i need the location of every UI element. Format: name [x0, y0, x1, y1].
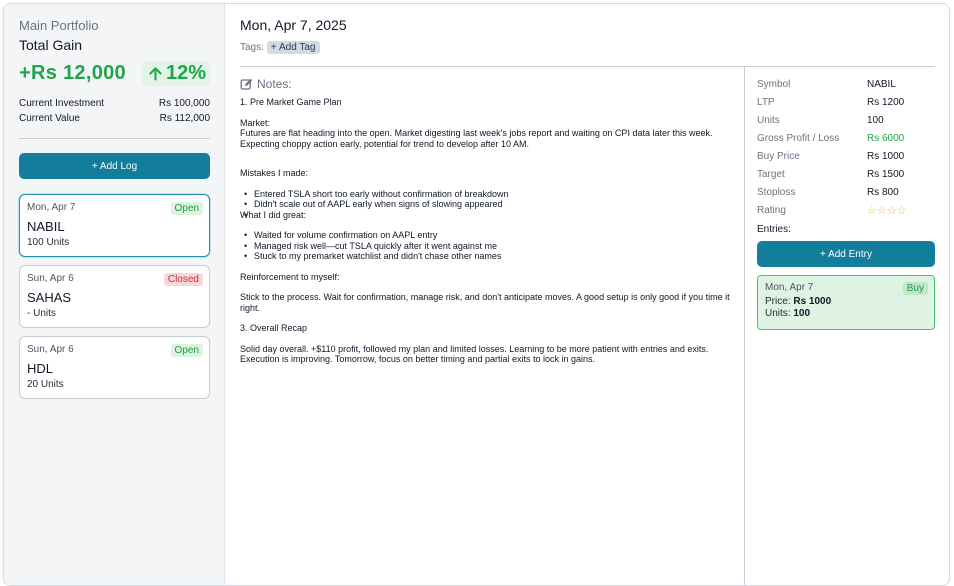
log-card[interactable]: Sun, Apr 6 Open HDL 20 Units [19, 336, 210, 399]
detail-row-ltp: LTP Rs 1200 [757, 93, 935, 111]
great-label: What I did great: [240, 209, 307, 220]
detail-row-gross-pl: Gross Profit / Loss Rs 6000 [757, 129, 935, 147]
trade-details: Symbol NABIL LTP Rs 1200 Units 100 Gross… [745, 67, 935, 585]
detail-value: 100 [867, 114, 884, 126]
rating-stars[interactable]: ☆☆☆☆ [867, 204, 906, 217]
current-investment-value: Rs 100,000 [158, 98, 210, 109]
current-value-value: Rs 112,000 [159, 113, 210, 124]
entries-label: Entries: [757, 224, 791, 235]
entry-price-value: Rs 1000 [793, 296, 832, 307]
detail-label: Units [757, 114, 780, 126]
detail-row-buy-price: Buy Price Rs 1000 [757, 147, 935, 165]
entry-price: Price: Rs 1000 [765, 296, 928, 307]
content-area: Notes: 1. Pre Market Game Plan Market: F… [240, 67, 935, 585]
log-symbol: SAHAS [27, 290, 72, 305]
add-tag-button[interactable]: + Add Tag [266, 41, 320, 54]
log-units: - Units [27, 308, 56, 319]
log-units: 100 Units [27, 237, 70, 248]
status-badge: Closed [163, 273, 203, 286]
log-symbol: NABIL [27, 219, 65, 234]
detail-value: Rs 1500 [867, 168, 905, 180]
log-card[interactable]: Sun, Apr 6 Closed SAHAS - Units [19, 265, 210, 328]
entry-card[interactable]: Mon, Apr 7 Buy Price: Rs 1000 Units: 100 [757, 275, 935, 330]
notes-body[interactable]: 1. Pre Market Game Plan Market: Futures … [240, 97, 744, 365]
list-item: Didn't scale out of AAPL early when sign… [244, 199, 744, 210]
entry-units-label: Units: [765, 308, 791, 319]
detail-row-stoploss: Stoploss Rs 800 [757, 183, 935, 201]
arrow-up-icon [149, 67, 162, 81]
gain-row: +Rs 12,000 12% [19, 61, 210, 86]
log-units: 20 Units [27, 379, 64, 390]
entry-price-label: Price: [765, 296, 791, 307]
detail-label: LTP [757, 96, 775, 108]
detail-value: Rs 800 [867, 186, 899, 198]
current-value-row: Current Value Rs 112,000 [19, 113, 210, 124]
notes-label: Notes: [257, 77, 292, 91]
current-investment-row: Current Investment Rs 100,000 [19, 98, 210, 109]
tags-label: Tags: [240, 42, 264, 53]
reinforcement-label: Reinforcement to myself: [240, 271, 340, 282]
gain-percent: 12% [165, 62, 206, 84]
status-badge: Open [170, 202, 203, 215]
gain-amount: +Rs 12,000 [19, 62, 126, 84]
total-gain-label: Total Gain [19, 37, 83, 53]
detail-label: Gross Profit / Loss [757, 132, 840, 144]
detail-label: Target [757, 168, 785, 180]
gain-percent-badge: 12% [141, 61, 210, 86]
detail-value: NABIL [867, 78, 896, 90]
notes-heading: 1. Pre Market Game Plan [240, 97, 342, 107]
page-title: Mon, Apr 7, 2025 [240, 17, 347, 33]
log-symbol: HDL [27, 361, 54, 376]
edit-note-icon [240, 78, 253, 90]
detail-row-units: Units 100 [757, 111, 935, 129]
status-badge: Open [170, 344, 203, 357]
entry-units: Units: 100 [765, 308, 928, 319]
entry-units-value: 100 [793, 308, 811, 319]
tags-row: Tags: + Add Tag [240, 41, 935, 54]
app-window: Main Portfolio Total Gain +Rs 12,000 12%… [3, 3, 950, 586]
current-investment-label: Current Investment [19, 98, 105, 109]
sidebar-divider [19, 138, 210, 139]
main-panel: Mon, Apr 7, 2025 Tags: + Add Tag Notes: … [225, 4, 949, 585]
detail-label: Stoploss [757, 186, 796, 198]
list-item: Entered TSLA short too early without con… [244, 189, 744, 200]
current-value-label: Current Value [19, 113, 80, 124]
portfolio-name[interactable]: Main Portfolio [19, 18, 210, 33]
notes-header: Notes: [240, 77, 744, 91]
list-item: Stuck to my premarket watchlist and didn… [244, 251, 744, 262]
sidebar: Main Portfolio Total Gain +Rs 12,000 12%… [4, 4, 225, 585]
detail-value: Rs 1200 [867, 96, 905, 108]
detail-row-target: Target Rs 1500 [757, 165, 935, 183]
detail-row-symbol: Symbol NABIL [757, 75, 935, 93]
detail-label: Buy Price [757, 150, 800, 162]
recap-text: Solid day overall. +$110 profit, followe… [240, 343, 709, 365]
detail-label: Rating [757, 204, 786, 216]
entry-type-badge: Buy [902, 282, 928, 295]
detail-label: Symbol [757, 78, 791, 90]
recap-heading: 3. Overall Recap [240, 323, 308, 333]
market-text: Futures are flat heading into the open. … [240, 128, 713, 149]
detail-row-rating: Rating ☆☆☆☆ [757, 201, 935, 219]
notes-section[interactable]: Notes: 1. Pre Market Game Plan Market: F… [240, 67, 744, 585]
add-entry-button[interactable]: + Add Entry [757, 241, 935, 267]
detail-value: Rs 1000 [867, 150, 905, 162]
great-list: Waited for volume confirmation on AAPL e… [244, 230, 744, 262]
log-card[interactable]: Mon, Apr 7 Open NABIL 100 Units [19, 194, 210, 257]
list-item: Waited for volume confirmation on AAPL e… [244, 230, 744, 241]
add-log-button[interactable]: + Add Log [19, 153, 210, 179]
market-label: Market: [240, 117, 271, 128]
mistakes-label: Mistakes I made: [240, 168, 309, 178]
mistakes-list: Entered TSLA short too early without con… [244, 189, 744, 221]
detail-value: Rs 6000 [867, 132, 905, 144]
list-item: Managed risk well—cut TSLA quickly after… [244, 241, 744, 252]
reinforcement-text: Stick to the process. Wait for confirmat… [240, 292, 730, 313]
